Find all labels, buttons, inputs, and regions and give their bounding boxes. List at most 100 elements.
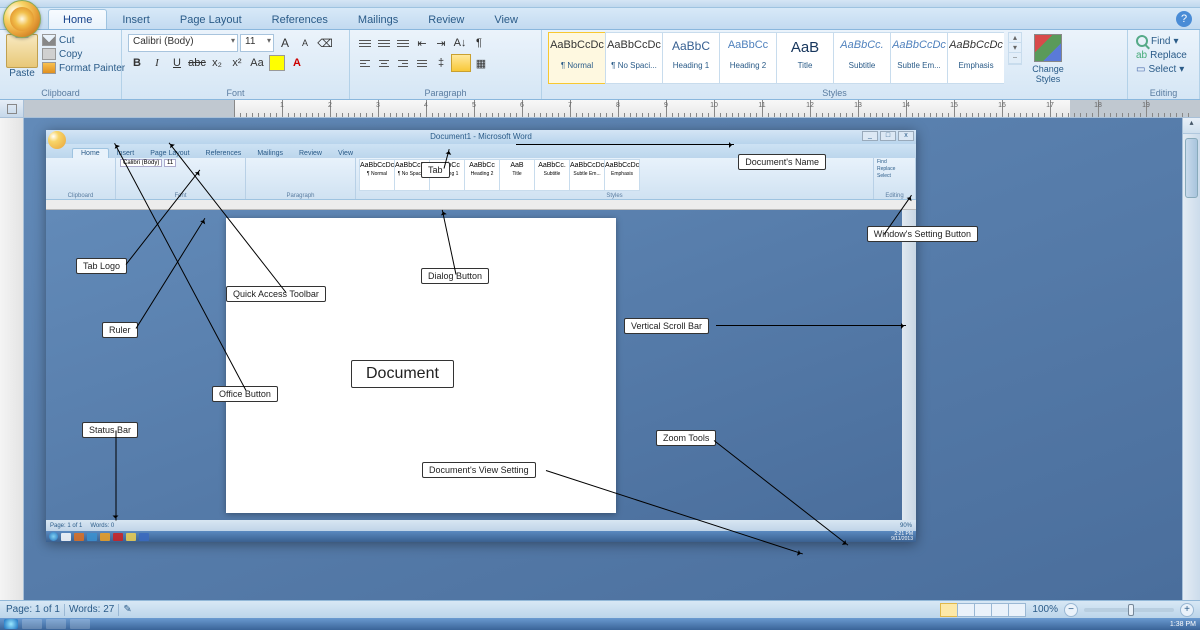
vertical-ruler[interactable]	[0, 118, 24, 600]
styles-more-button[interactable]: ▴▾⎯	[1008, 32, 1022, 65]
style-title[interactable]: AaBTitle	[776, 32, 834, 84]
sort-button[interactable]: A↓	[451, 34, 469, 52]
style-heading1[interactable]: AaBbCHeading 1	[662, 32, 720, 84]
inner-style-item: AaBTitle	[499, 159, 535, 191]
inner-status-bar: Page: 1 of 1 Words: 0 90%	[46, 520, 916, 531]
taskbar-explorer-icon[interactable]	[22, 619, 42, 629]
grow-font-button[interactable]: A	[276, 34, 294, 52]
change-styles-button[interactable]: Change Styles	[1026, 32, 1070, 84]
decrease-indent-button[interactable]: ⇤	[413, 34, 431, 52]
numbering-button[interactable]	[375, 34, 393, 52]
style-normal[interactable]: AaBbCcDc¶ Normal	[548, 32, 606, 84]
inner-opera-icon	[113, 533, 123, 541]
zoom-thumb[interactable]	[1128, 604, 1134, 616]
find-button[interactable]: Find ▾	[1136, 35, 1191, 47]
start-button[interactable]	[4, 619, 18, 629]
callout-document: Document	[351, 360, 454, 388]
select-button[interactable]: ▭Select ▾	[1136, 64, 1191, 75]
inner-ruler	[46, 200, 916, 210]
style-subtitle[interactable]: AaBbCc.Subtitle	[833, 32, 891, 84]
underline-button[interactable]: U	[168, 54, 186, 72]
inner-word-icon	[139, 533, 149, 541]
document-canvas[interactable]: Document1 - Microsoft Word _□x Home Inse…	[24, 118, 1182, 600]
ruler-row: 12345678910111213141516171819	[0, 100, 1200, 118]
status-page[interactable]: Page: 1 of 1	[6, 604, 60, 615]
ruler-toggle[interactable]	[0, 100, 24, 118]
highlight-button[interactable]	[268, 54, 286, 72]
superscript-button[interactable]: x²	[228, 54, 246, 72]
inner-title-bar: Document1 - Microsoft Word _□x	[46, 130, 916, 144]
callout-ruler: Ruler	[102, 322, 138, 338]
show-marks-button[interactable]: ¶	[470, 34, 488, 52]
font-size-combo[interactable]: 11	[240, 34, 274, 52]
font-color-button[interactable]: A	[288, 54, 306, 72]
view-fullscreen-button[interactable]	[957, 603, 975, 617]
strikethrough-button[interactable]: abc	[188, 54, 206, 72]
cut-button[interactable]: Cut	[42, 34, 125, 46]
style-emphasis[interactable]: AaBbCcDcEmphasis	[947, 32, 1004, 84]
scroll-thumb[interactable]	[1185, 138, 1198, 198]
style-subtleem[interactable]: AaBbCcDcSubtle Em...	[890, 32, 948, 84]
font-name-combo[interactable]: Calibri (Body)	[128, 34, 238, 52]
paste-icon	[6, 34, 38, 68]
inner-style-item: AaBbCcDcEmphasis	[604, 159, 640, 191]
paste-button[interactable]: Paste	[6, 32, 38, 79]
inner-status-zoom: 90%	[900, 523, 912, 529]
shading-button[interactable]	[451, 54, 471, 72]
taskbar-firefox-icon[interactable]	[46, 619, 66, 629]
change-case-button[interactable]: Aa	[248, 54, 266, 72]
view-outline-button[interactable]	[991, 603, 1009, 617]
multilevel-button[interactable]	[394, 34, 412, 52]
tab-home[interactable]: Home	[48, 9, 107, 29]
align-center-button[interactable]	[375, 54, 393, 72]
tab-view[interactable]: View	[479, 9, 533, 29]
view-buttons[interactable]	[941, 603, 1026, 617]
format-painter-button[interactable]: Format Painter	[42, 62, 125, 74]
line-spacing-button[interactable]: ‡	[432, 54, 450, 72]
tab-review[interactable]: Review	[413, 9, 479, 29]
align-right-button[interactable]	[394, 54, 412, 72]
styles-gallery[interactable]: AaBbCcDc¶ NormalAaBbCcDc¶ No Spaci...AaB…	[548, 32, 1004, 84]
borders-button[interactable]: ▦	[472, 54, 490, 72]
tab-insert[interactable]: Insert	[107, 9, 165, 29]
shrink-font-button[interactable]: A	[296, 34, 314, 52]
proofing-icon[interactable]: ✎	[123, 604, 131, 615]
zoom-slider[interactable]	[1084, 608, 1174, 612]
tab-references[interactable]: References	[257, 9, 343, 29]
taskbar-ie-icon[interactable]	[70, 619, 90, 629]
style-heading2[interactable]: AaBbCcHeading 2	[719, 32, 777, 84]
arrow	[516, 144, 734, 145]
replace-button[interactable]: abReplace	[1136, 50, 1191, 61]
justify-button[interactable]	[413, 54, 431, 72]
bullets-button[interactable]	[356, 34, 374, 52]
zoom-out-button[interactable]: −	[1064, 603, 1078, 617]
copy-button[interactable]: Copy	[42, 48, 125, 60]
inner-clock: 2:21 PM9/11/2013	[891, 532, 913, 542]
tab-page-layout[interactable]: Page Layout	[165, 9, 257, 29]
status-words[interactable]: Words: 27	[69, 604, 114, 615]
scroll-up-button[interactable]: ▴	[1183, 118, 1200, 134]
horizontal-ruler[interactable]: 12345678910111213141516171819	[24, 100, 1200, 118]
increase-indent-button[interactable]: ⇥	[432, 34, 450, 52]
zoom-in-button[interactable]: +	[1180, 603, 1194, 617]
tab-mailings[interactable]: Mailings	[343, 9, 413, 29]
office-button[interactable]	[3, 0, 41, 38]
styles-group-label: Styles	[542, 88, 1127, 98]
font-group-label: Font	[122, 88, 349, 98]
inner-firefox-icon	[74, 533, 84, 541]
view-draft-button[interactable]	[1008, 603, 1026, 617]
align-left-button[interactable]	[356, 54, 374, 72]
view-print-layout-button[interactable]	[940, 603, 958, 617]
cut-label: Cut	[59, 35, 75, 46]
clear-formatting-button[interactable]: ⌫	[316, 34, 334, 52]
editing-group-label: Editing	[1128, 88, 1199, 98]
view-web-button[interactable]	[974, 603, 992, 617]
help-icon[interactable]: ?	[1176, 11, 1192, 27]
subscript-button[interactable]: x₂	[208, 54, 226, 72]
bold-button[interactable]: B	[128, 54, 146, 72]
vertical-scrollbar[interactable]: ▴	[1182, 118, 1200, 600]
italic-button[interactable]: I	[148, 54, 166, 72]
zoom-percent[interactable]: 100%	[1032, 604, 1058, 615]
style-nospaci[interactable]: AaBbCcDc¶ No Spaci...	[605, 32, 663, 84]
system-clock[interactable]: 1:38 PM	[1170, 621, 1196, 628]
